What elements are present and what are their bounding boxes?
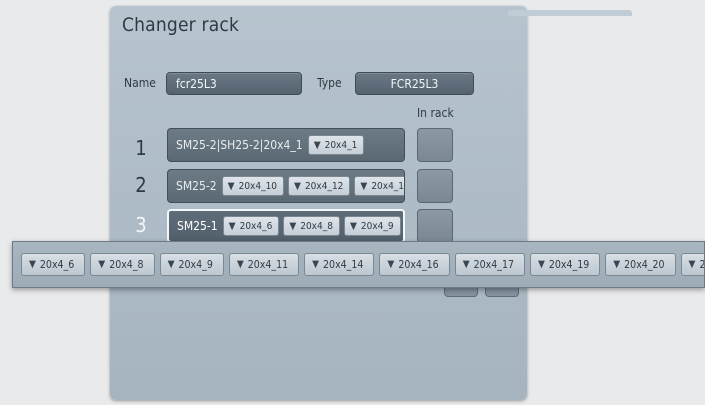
strip-chip-2[interactable]: ▼ 20x4_8 [90, 253, 155, 276]
chip-label: 20x4_10 [238, 180, 278, 192]
tool-icon: ▼ [313, 139, 321, 151]
slot-2-chip-3[interactable]: ▼20x4_18 [354, 176, 405, 196]
dialog-title: Changer rack [122, 14, 240, 36]
chip-label: 20x4_18 [371, 180, 405, 192]
chip-label: 20x4_16 [398, 258, 439, 271]
in-rack-label: In rack [417, 106, 454, 120]
chip-label: 20x4_9 [178, 258, 213, 271]
strip-chip-5[interactable]: ▼ 20x4_14 [304, 253, 375, 276]
slot-1-in-rack-toggle[interactable] [417, 128, 453, 162]
chip-label: 20x4_20 [624, 258, 665, 271]
name-label: Name [124, 76, 156, 90]
strip-chip-8[interactable]: ▼ 20x4_19 [529, 253, 601, 276]
tool-icon: ▼ [360, 180, 368, 192]
tool-icon: ▼ [29, 259, 36, 270]
tool-icon: ▼ [349, 220, 357, 232]
slot-3-label: SM25-1 [177, 219, 218, 233]
strip-chip-3[interactable]: ▼ 20x4_9 [159, 253, 224, 276]
strip-chip-4[interactable]: ▼ 20x4_11 [228, 253, 300, 276]
chip-label: 20x4_1 [324, 139, 358, 151]
tool-icon: ▼ [294, 180, 301, 192]
slot-3-chip-1[interactable]: ▼ 20x4_6 [222, 216, 280, 236]
tool-icon: ▼ [688, 259, 696, 270]
slot-2-bar[interactable]: SM25-2 ▼20x4_10 ▼20x4_12 ▼20x4_18 [167, 169, 405, 203]
tool-icon: ▼ [167, 259, 175, 270]
slot-2-in-rack-toggle[interactable] [417, 169, 453, 203]
tool-icon: ▼ [98, 259, 106, 270]
chip-label: 20x4_6 [39, 258, 75, 271]
chip-label: 20x4_19 [548, 258, 590, 271]
tool-icon: ▼ [613, 259, 621, 270]
slot-1-label: SM25-2|SH25-2|20x4_1 [176, 138, 303, 152]
chip-label: 20x4_8 [300, 220, 333, 232]
slot-3-chip-2[interactable]: ▼ 20x4_8 [283, 216, 340, 236]
slot-2-chip-2[interactable]: ▼ 20x4_12 [288, 176, 351, 196]
chip-label: 20x4_12 [304, 180, 344, 192]
slot-number-3: 3 [135, 213, 147, 237]
slot-1-chip-1[interactable]: ▼ 20x4_1 [307, 135, 365, 155]
slot-number-2: 2 [135, 173, 147, 197]
tool-icon: ▼ [236, 259, 244, 270]
tool-icon: ▼ [227, 180, 235, 192]
strip-chip-9[interactable]: ▼ 20x4_20 [605, 253, 676, 276]
chip-label: 20x4_11 [247, 258, 289, 271]
changer-rack-dialog: Changer rack Name fcr25L3 Type FCR25L3 I… [110, 6, 632, 400]
chip-label: 20x4_9 [360, 220, 394, 232]
chip-label: 20x4_8 [109, 258, 144, 271]
strip-chip-6[interactable]: ▼ 20x4_16 [379, 253, 450, 276]
type-field[interactable]: FCR25L3 [355, 72, 474, 95]
tool-strip: ▼ 20x4_6 ▼ 20x4_8 ▼ 20x4_9 ▼ 20x4_11 ▼ 20x4_1… [12, 241, 705, 288]
strip-chip-7[interactable]: ▼ 20x4_17 [454, 253, 525, 276]
slot-3-in-rack-toggle[interactable] [417, 209, 453, 243]
tool-icon: ▼ [312, 259, 320, 270]
slot-2-label: SM25-2 [176, 179, 217, 193]
slot-1-bar[interactable]: SM25-2|SH25-2|20x4_1 ▼ 20x4_1 [167, 128, 405, 162]
chip-label: 20x4_17 [473, 258, 514, 271]
chip-label: 20x4_6 [239, 220, 273, 232]
slot-3-chip-3[interactable]: ▼ 20x4_9 [343, 216, 401, 236]
tool-icon: ▼ [228, 220, 236, 232]
tool-icon: ▼ [289, 220, 297, 232]
type-label: Type [317, 76, 342, 90]
slot-3-bar[interactable]: SM25-1 ▼20x4_6 ▼20x4_8 ▼20x4_9 ▼20x4_11 [167, 209, 405, 243]
panel-tab [508, 10, 632, 16]
strip-chip-1[interactable]: ▼ 20x4_6 [21, 253, 86, 276]
slot-number-1: 1 [135, 136, 147, 160]
chip-label: 20x4_22 [699, 258, 705, 271]
tool-icon: ▼ [537, 259, 545, 270]
tool-icon: ▼ [387, 259, 395, 270]
chip-label: 20x4_14 [323, 258, 364, 271]
name-field[interactable]: fcr25L3 [166, 72, 302, 95]
slot-2-chip-1[interactable]: ▼ 20x4_10 [221, 176, 285, 196]
tool-icon: ▼ [462, 259, 470, 270]
strip-chip-10[interactable]: ▼20x4_22 [680, 253, 705, 276]
